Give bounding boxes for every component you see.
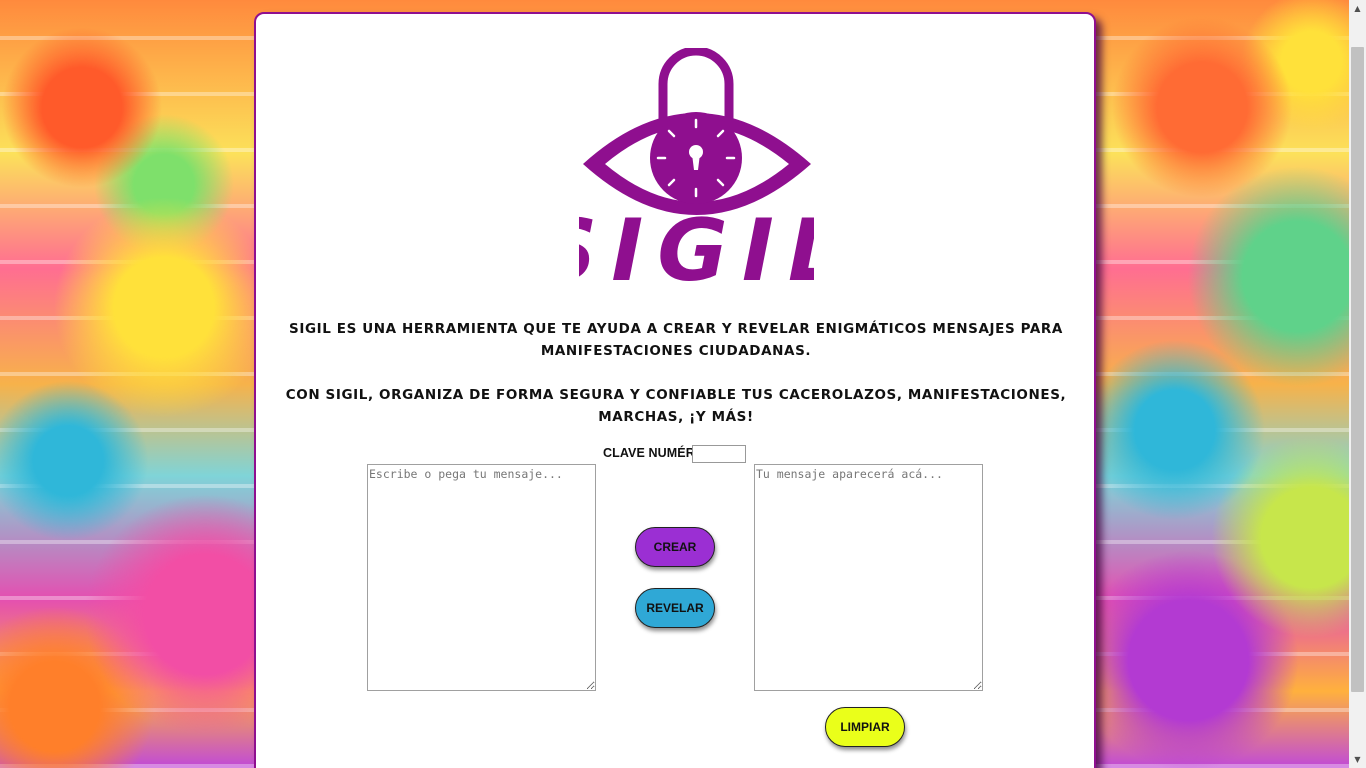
message-output-textarea[interactable] xyxy=(754,464,983,691)
crear-button[interactable]: Crear xyxy=(635,527,715,567)
sigil-logo: SIGIL xyxy=(579,48,814,284)
message-input-textarea[interactable] xyxy=(367,464,596,691)
intro-text-1: Sigil es una herramienta que te ayuda a … xyxy=(289,321,1063,359)
revelar-button[interactable]: Revelar xyxy=(635,588,715,628)
limpiar-button[interactable]: Limpiar xyxy=(825,707,905,747)
sigil-wordmark: SIGIL xyxy=(579,201,814,284)
scroll-thumb[interactable] xyxy=(1351,47,1364,692)
main-card: SIGIL Sigil es una herramienta que te ay… xyxy=(254,12,1096,768)
intro-text-2: Con Sigil, organiza de forma segura y co… xyxy=(285,387,1067,425)
page-scrollbar[interactable]: ▲ ▼ xyxy=(1349,0,1366,768)
eye-padlock-icon xyxy=(583,48,811,215)
scroll-up-arrow-icon[interactable]: ▲ xyxy=(1349,0,1366,17)
numeric-key-input[interactable] xyxy=(692,445,746,463)
scroll-down-arrow-icon[interactable]: ▼ xyxy=(1349,751,1366,768)
